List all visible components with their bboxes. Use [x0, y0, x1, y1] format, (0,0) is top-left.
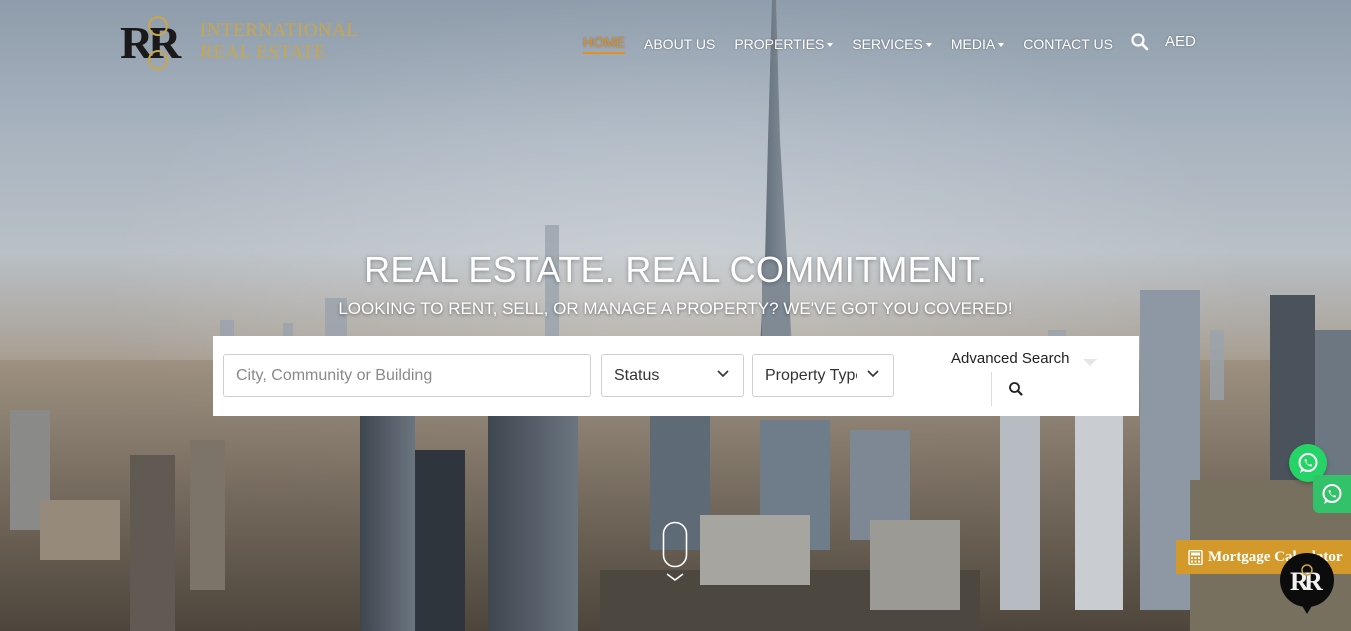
status-select[interactable]: Status: [601, 354, 744, 397]
hero-subtitle: LOOKING TO RENT, SELL, OR MANAGE A PROPE…: [338, 299, 1013, 318]
caret-down-icon: [998, 43, 1005, 48]
caret-down-icon: [925, 43, 932, 48]
nav-item-services-label: SERVICES: [852, 36, 923, 52]
whatsapp-side-tab[interactable]: [1313, 475, 1351, 513]
main-nav: HOME ABOUT US PROPERTIES SERVICES MEDIA …: [583, 32, 1132, 56]
advanced-search-caret-icon: [1083, 359, 1097, 366]
brand-wordmark: INTERNATIONAL REAL ESTATE: [200, 20, 358, 64]
whatsapp-icon: [1298, 453, 1318, 473]
brand-line-1: INTERNATIONAL: [200, 20, 359, 41]
nav-item-contact-us[interactable]: CONTACT US: [1023, 36, 1113, 52]
svg-text:R: R: [1304, 567, 1323, 596]
brand-logo[interactable]: R R INTERNATIONAL REAL ESTATE: [118, 12, 378, 74]
nav-item-home[interactable]: HOME: [583, 34, 625, 54]
svg-text:R: R: [148, 17, 182, 68]
caret-down-icon: [827, 43, 834, 48]
whatsapp-icon: [1322, 484, 1342, 504]
search-icon[interactable]: [1130, 32, 1150, 52]
brand-line-2: REAL ESTATE: [200, 42, 327, 63]
property-type-select-value: Property Type: [765, 366, 857, 384]
nav-item-media[interactable]: MEDIA: [950, 36, 1005, 52]
nav-item-media-label: MEDIA: [950, 36, 996, 52]
search-divider: [991, 372, 992, 406]
hero-title: REAL ESTATE. REAL COMMITMENT.: [364, 249, 987, 290]
calculator-icon: [1188, 549, 1203, 565]
property-search-panel: Status Property Type Advanced Search: [213, 336, 1139, 416]
nav-item-about-us[interactable]: ABOUT US: [644, 36, 715, 52]
currency-selector[interactable]: AED: [1165, 33, 1196, 50]
chat-icon[interactable]: R R: [1279, 552, 1335, 616]
rr-monogram-icon: R R: [120, 16, 182, 70]
location-search-input[interactable]: [223, 354, 591, 397]
nav-item-services[interactable]: SERVICES: [852, 36, 932, 52]
chevron-down-icon: [717, 370, 729, 378]
advanced-search-toggle[interactable]: Advanced Search: [951, 350, 1069, 367]
scroll-down-indicator[interactable]: [662, 521, 688, 585]
property-type-select[interactable]: Property Type: [752, 354, 894, 397]
nav-item-properties-label: PROPERTIES: [734, 36, 825, 52]
chevron-down-icon: [867, 370, 879, 378]
nav-item-properties[interactable]: PROPERTIES: [734, 36, 834, 52]
status-select-value: Status: [614, 366, 660, 384]
search-submit-button[interactable]: [1005, 378, 1027, 400]
